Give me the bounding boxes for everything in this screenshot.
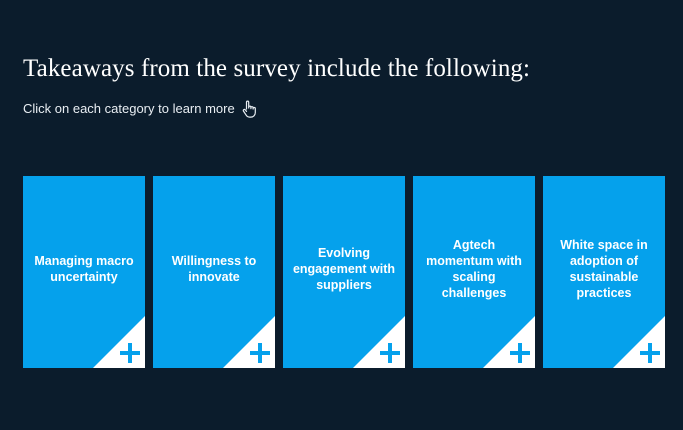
plus-icon bbox=[120, 343, 140, 363]
category-cards: Managing macro uncertainty Willingness t… bbox=[23, 176, 665, 368]
card-agtech-momentum[interactable]: Agtech momentum with scaling challenges bbox=[413, 176, 535, 368]
card-corner bbox=[483, 316, 535, 368]
instruction-line: Click on each category to learn more bbox=[23, 100, 256, 118]
page-title: Takeaways from the survey include the fo… bbox=[23, 55, 531, 82]
plus-icon bbox=[250, 343, 270, 363]
plus-icon bbox=[380, 343, 400, 363]
card-corner bbox=[93, 316, 145, 368]
card-corner bbox=[353, 316, 405, 368]
instruction-text: Click on each category to learn more bbox=[23, 101, 235, 116]
plus-icon bbox=[510, 343, 530, 363]
card-evolving-engagement-with-suppliers[interactable]: Evolving engagement with suppliers bbox=[283, 176, 405, 368]
card-corner bbox=[223, 316, 275, 368]
card-willingness-to-innovate[interactable]: Willingness to innovate bbox=[153, 176, 275, 368]
pointer-hand-icon bbox=[242, 100, 256, 118]
card-corner bbox=[613, 316, 665, 368]
plus-icon bbox=[640, 343, 660, 363]
card-white-space-sustainable-practices[interactable]: White space in adoption of sustainable p… bbox=[543, 176, 665, 368]
card-managing-macro-uncertainty[interactable]: Managing macro uncertainty bbox=[23, 176, 145, 368]
